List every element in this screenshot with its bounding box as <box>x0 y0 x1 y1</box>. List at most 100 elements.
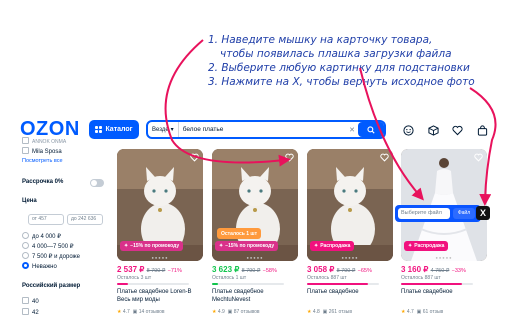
stock-left: Осталось 1 шт <box>212 275 247 281</box>
price-range-3[interactable]: 7 500 ₽ и дороже <box>22 252 80 260</box>
search-scope-label: Везде <box>152 126 169 133</box>
reviews-count: 87 отзывов <box>233 309 260 315</box>
rating-row: ★ 4.9 ▣ 87 отзывов <box>212 309 260 315</box>
brand-label: ANNOK ONMA <box>32 139 67 145</box>
installment-label: Рассрочка 0% <box>22 179 64 185</box>
old-price: 8 790 ₽ <box>146 268 166 274</box>
price: 3 160 ₽ <box>401 265 429 274</box>
price-row: 3 160 ₽ 4 750 ₽ −33% <box>401 265 466 274</box>
show-all-link[interactable]: Посмотреть все <box>22 158 63 164</box>
rating-row: ★ 4.7 ▣ 61 отзыв <box>401 309 443 315</box>
reviews-count: 261 отзыв <box>328 309 352 315</box>
search-scope-select[interactable]: Везде ▾ <box>148 122 179 137</box>
instructions: 1. Наведите мышку на карточку товара, чт… <box>208 33 508 89</box>
search-icon <box>367 125 375 134</box>
favorite-heart-icon[interactable] <box>474 153 483 162</box>
instruction-line-2: чтобы появилась плашка загрузки файла <box>220 48 452 60</box>
rating-value: 4.7 <box>406 309 414 315</box>
old-price: 8 790 ₽ <box>336 268 356 274</box>
brand-label: Mila Sposa <box>32 149 62 155</box>
price-range-2[interactable]: 4 000—7 500 ₽ <box>22 242 74 250</box>
product-title[interactable]: Платье свадебное <box>307 288 393 296</box>
installment-toggle[interactable] <box>90 179 104 187</box>
price-to-input[interactable]: до 242 636 <box>67 214 103 225</box>
reviews-icon: ▣ <box>132 309 138 315</box>
size-heading: Российский размер <box>22 283 81 289</box>
star-icon: ★ <box>117 309 122 315</box>
checkbox[interactable] <box>22 147 29 154</box>
discount: −71% <box>167 268 182 274</box>
product-title[interactable]: Платье свадебное Loren-B Весь мир моды <box>117 288 203 304</box>
discount: −33% <box>451 268 466 274</box>
size-option-40[interactable]: 40 <box>22 297 39 305</box>
price-row: 2 537 ₽ 8 790 ₽ −71% <box>117 265 182 274</box>
clear-icon[interactable]: ✕ <box>349 126 358 134</box>
favorite-heart-icon[interactable] <box>285 153 294 162</box>
stock-left: Осталось 887 шт <box>307 275 347 281</box>
old-price: 4 750 ₽ <box>430 268 450 274</box>
price-row: 3 058 ₽ 8 790 ₽ −65% <box>307 265 372 274</box>
filter-brand-cut[interactable]: ANNOK ONMA <box>22 137 66 145</box>
rating-value: 4.7 <box>122 309 130 315</box>
reviews-count: 61 отзыв <box>422 309 444 315</box>
search-bar[interactable]: Везде ▾ белое платье ✕ <box>146 120 386 139</box>
close-button[interactable]: X <box>476 206 490 220</box>
price-range-4[interactable]: Неважно <box>22 262 57 270</box>
reviews-count: 14 отзывов <box>138 309 165 315</box>
image-pager-dots: ●●●●● <box>151 255 169 260</box>
promo-badge: ✦ Распродажа <box>310 241 355 251</box>
price-heading: Цена <box>22 198 37 204</box>
price-from-input[interactable]: от 457 <box>28 214 64 225</box>
product-title[interactable]: Платье свадебное <box>401 288 487 296</box>
favorite-heart-icon[interactable] <box>190 153 199 162</box>
box-icon[interactable] <box>427 124 439 136</box>
file-input[interactable]: Выберите файл <box>398 208 450 219</box>
product-card[interactable]: ✦ −15% по промокоду ●●●●● 2 537 ₽ 8 790 ₽… <box>117 149 203 320</box>
instruction-line-3: 2. Выберите любую картинку для подстанов… <box>208 62 470 74</box>
stock-bar <box>307 283 379 285</box>
filter-brand-milasposa[interactable]: Mila Sposa <box>22 147 62 155</box>
face-icon[interactable] <box>402 124 414 136</box>
search-input[interactable]: белое платье <box>179 126 349 133</box>
favorite-heart-icon[interactable] <box>380 153 389 162</box>
file-button[interactable]: Файл <box>453 208 475 219</box>
product-card[interactable]: Осталось 1 шт ✦ −15% по промокоду ●●●●● 3… <box>212 149 298 320</box>
grid-icon <box>95 126 103 133</box>
discount: −58% <box>262 268 277 274</box>
price: 3 623 ₽ <box>212 265 240 274</box>
star-icon: ★ <box>401 309 406 315</box>
promo-badge: ✦ −15% по промокоду <box>215 241 279 251</box>
catalog-button[interactable]: Каталог <box>89 120 139 139</box>
tag-icon: ✦ <box>124 243 129 249</box>
checkbox[interactable] <box>22 137 29 144</box>
price-range-1[interactable]: до 4 000 ₽ <box>22 232 61 240</box>
product-title[interactable]: Платье свадебное MechtuNevest <box>212 288 298 304</box>
image-pager-dots: ●●●●● <box>246 255 264 260</box>
reviews-icon: ▣ <box>322 309 328 315</box>
discount: −65% <box>357 268 372 274</box>
rating-value: 4.8 <box>312 309 320 315</box>
image-pager-dots: ●●●●● <box>435 255 453 260</box>
reviews-icon: ▣ <box>416 309 422 315</box>
product-card[interactable]: ✦ Распродажа ●●●●● 3 160 ₽ 4 750 ₽ −33% О… <box>401 149 487 320</box>
rating-value: 4.9 <box>217 309 225 315</box>
image-pager-dots: ●●●●● <box>341 255 359 260</box>
star-icon: ★ <box>212 309 217 315</box>
tag-icon: ✦ <box>408 243 413 249</box>
search-button[interactable] <box>358 122 384 137</box>
heart-icon[interactable] <box>451 124 463 136</box>
stock-bar <box>212 283 284 285</box>
promo-badge: ✦ −15% по промокоду <box>120 241 184 251</box>
chevron-down-icon: ▾ <box>170 127 174 133</box>
size-option-42[interactable]: 42 <box>22 308 39 316</box>
star-icon: ★ <box>307 309 312 315</box>
bag-icon[interactable] <box>476 124 488 136</box>
tag-icon: ✦ <box>314 243 319 249</box>
instruction-line-1: 1. Наведите мышку на карточку товара, <box>208 34 433 46</box>
stock-badge: Осталось 1 шт <box>217 228 262 239</box>
catalog-label: Каталог <box>105 126 133 133</box>
rating-row: ★ 4.7 ▣ 14 отзывов <box>117 309 165 315</box>
product-card[interactable]: ✦ Распродажа ●●●●● 3 058 ₽ 8 790 ₽ −65% О… <box>307 149 393 320</box>
promo-badge: ✦ Распродажа <box>404 241 449 251</box>
stock-left: Осталось 887 шт <box>401 275 441 281</box>
